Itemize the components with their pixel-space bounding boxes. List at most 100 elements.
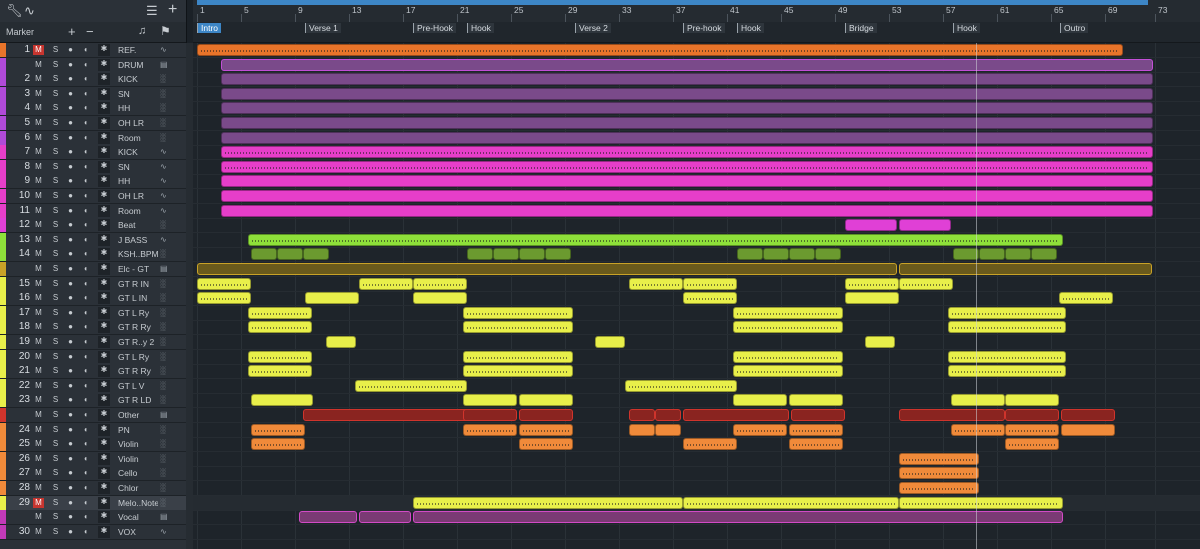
event-clip[interactable]: [789, 248, 815, 260]
track-header[interactable]: 18 M S ● ◖ ✱ GT R Ry ░: [0, 320, 186, 335]
event-clip[interactable]: [737, 248, 763, 260]
track-name[interactable]: J BASS: [118, 235, 158, 245]
mute-button[interactable]: M: [33, 176, 44, 186]
record-arm-button[interactable]: ●: [65, 133, 76, 143]
solo-button[interactable]: S: [50, 439, 61, 449]
monitor-button[interactable]: ◖: [80, 162, 91, 172]
track-name[interactable]: Melo..Note: [118, 498, 158, 508]
track-name[interactable]: OH LR: [118, 191, 158, 201]
instrument-icon[interactable]: ✱: [98, 424, 110, 436]
event-clip[interactable]: [221, 102, 1153, 114]
monitor-button[interactable]: ◖: [80, 118, 91, 128]
track-name[interactable]: GT R Ry: [118, 366, 158, 376]
event-clip[interactable]: [865, 336, 895, 348]
mute-button[interactable]: M: [33, 410, 44, 420]
instrument-icon[interactable]: ✱: [98, 394, 110, 406]
monitor-button[interactable]: ◖: [80, 352, 91, 362]
instrument-icon[interactable]: ✱: [98, 73, 110, 85]
track-name[interactable]: Chlor: [118, 483, 158, 493]
instrument-icon[interactable]: ✱: [98, 278, 110, 290]
solo-button[interactable]: S: [50, 308, 61, 318]
track-header[interactable]: 12 M S ● ◖ ✱ Beat ░: [0, 218, 186, 233]
event-clip[interactable]: [1061, 409, 1115, 421]
monitor-button[interactable]: ◖: [80, 45, 91, 55]
monitor-button[interactable]: ◖: [80, 133, 91, 143]
event-clip[interactable]: [519, 394, 573, 406]
marker-lane[interactable]: Intro Verse 1 Pre-Hook Hook Verse 2 Pre-hook H…: [193, 22, 1200, 43]
monitor-button[interactable]: ◖: [80, 512, 91, 522]
event-clip[interactable]: [948, 365, 1066, 377]
event-clip[interactable]: [197, 278, 251, 290]
event-clip[interactable]: [251, 424, 305, 436]
event-clip[interactable]: [545, 248, 571, 260]
mute-button[interactable]: M: [33, 279, 44, 289]
event-clip[interactable]: [733, 424, 787, 436]
solo-button[interactable]: S: [50, 118, 61, 128]
mute-button[interactable]: M: [33, 191, 44, 201]
instrument-icon[interactable]: ✱: [98, 467, 110, 479]
mute-button[interactable]: M: [33, 206, 44, 216]
event-clip[interactable]: [1005, 438, 1059, 450]
track-name[interactable]: Vocal: [118, 512, 158, 522]
track-lane[interactable]: [193, 466, 1200, 481]
track-name[interactable]: SN: [118, 89, 158, 99]
event-clip[interactable]: [251, 394, 313, 406]
solo-button[interactable]: S: [50, 191, 61, 201]
mute-button[interactable]: M: [33, 381, 44, 391]
event-clip[interactable]: [413, 511, 1063, 523]
remove-marker-button[interactable]: −: [86, 24, 94, 39]
track-header[interactable]: 13 M S ● ◖ ✱ J BASS ∿: [0, 233, 186, 248]
event-clip[interactable]: [1031, 248, 1057, 260]
instrument-icon[interactable]: ✱: [98, 263, 110, 275]
record-arm-button[interactable]: ●: [65, 395, 76, 405]
event-clip[interactable]: [355, 380, 467, 392]
solo-button[interactable]: S: [50, 352, 61, 362]
track-header[interactable]: 24 M S ● ◖ ✱ PN ░: [0, 423, 186, 438]
event-clip[interactable]: [413, 278, 467, 290]
solo-button[interactable]: S: [50, 527, 61, 537]
monitor-button[interactable]: ◖: [80, 293, 91, 303]
track-header[interactable]: 11 M S ● ◖ ✱ Room ∿: [0, 204, 186, 219]
event-clip[interactable]: [899, 467, 979, 479]
instrument-icon[interactable]: ✱: [98, 234, 110, 246]
monitor-button[interactable]: ◖: [80, 483, 91, 493]
event-clip[interactable]: [683, 438, 737, 450]
track-name[interactable]: HH: [118, 103, 158, 113]
mute-button[interactable]: M: [33, 454, 44, 464]
marker-outro[interactable]: Outro: [1060, 23, 1089, 33]
solo-button[interactable]: S: [50, 74, 61, 84]
mute-button[interactable]: M: [33, 133, 44, 143]
mute-button[interactable]: M: [33, 352, 44, 362]
solo-button[interactable]: S: [50, 454, 61, 464]
record-arm-button[interactable]: ●: [65, 89, 76, 99]
track-header[interactable]: 28 M S ● ◖ ✱ Chlor ░: [0, 481, 186, 496]
event-clip[interactable]: [221, 161, 1153, 173]
event-clip[interactable]: [248, 234, 1063, 246]
mute-button[interactable]: M: [33, 103, 44, 113]
flag-icon[interactable]: ⚑: [160, 24, 171, 38]
solo-button[interactable]: S: [50, 498, 61, 508]
monitor-button[interactable]: ◖: [80, 395, 91, 405]
event-clip[interactable]: [948, 307, 1066, 319]
event-clip[interactable]: [1005, 248, 1031, 260]
solo-button[interactable]: S: [50, 395, 61, 405]
marker-intro[interactable]: Intro: [197, 23, 222, 33]
track-name[interactable]: Room: [118, 206, 158, 216]
track-lane[interactable]: [193, 218, 1200, 233]
mute-button[interactable]: M: [33, 74, 44, 84]
solo-button[interactable]: S: [50, 279, 61, 289]
monitor-button[interactable]: ◖: [80, 264, 91, 274]
record-arm-button[interactable]: ●: [65, 206, 76, 216]
event-clip[interactable]: [221, 190, 1153, 202]
mute-button[interactable]: M: [33, 147, 44, 157]
record-arm-button[interactable]: ●: [65, 279, 76, 289]
monitor-button[interactable]: ◖: [80, 89, 91, 99]
mute-button[interactable]: M: [33, 425, 44, 435]
event-clip[interactable]: [251, 248, 277, 260]
solo-button[interactable]: S: [50, 45, 61, 55]
solo-button[interactable]: S: [50, 220, 61, 230]
mute-button[interactable]: M: [33, 512, 44, 522]
event-clip[interactable]: [221, 73, 1153, 85]
monitor-button[interactable]: ◖: [80, 235, 91, 245]
record-arm-button[interactable]: ●: [65, 527, 76, 537]
